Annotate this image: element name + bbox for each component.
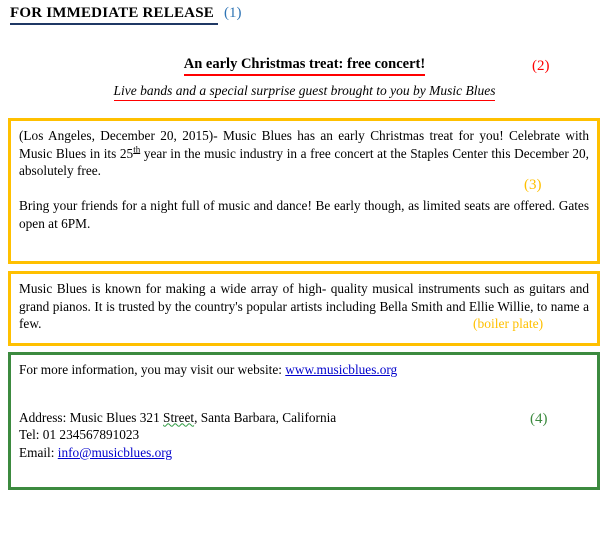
email-line: Email: info@musicblues.org bbox=[19, 444, 589, 462]
annotation-4-label: (4) bbox=[530, 411, 548, 427]
contact-details-text: For more information, you may visit our … bbox=[19, 361, 589, 461]
headline-container: An early Christmas treat: free concert! bbox=[0, 55, 609, 76]
annotation-boiler-plate-label: (boiler plate) bbox=[473, 316, 544, 331]
contact-spacer bbox=[19, 379, 589, 409]
press-release-header: FOR IMMEDIATE RELEASE (1) bbox=[10, 5, 241, 25]
annotation-2-label: (2) bbox=[532, 58, 550, 74]
website-intro-text: For more information, you may visit our … bbox=[19, 362, 286, 377]
annotation-3-label: (3) bbox=[524, 177, 542, 193]
headline-text: An early Christmas treat: free concert! bbox=[183, 56, 426, 76]
address-street-word: Street bbox=[163, 409, 195, 425]
subheadline-text: Live bands and a special surprise guest … bbox=[113, 83, 496, 101]
address-label: Address: Music Blues 321 bbox=[19, 409, 164, 425]
website-line: For more information, you may visit our … bbox=[19, 361, 589, 379]
address-remainder: , Santa Barbara, California bbox=[194, 409, 337, 425]
email-link[interactable]: info@musicblues.org bbox=[58, 445, 172, 460]
email-label: Email: bbox=[19, 444, 58, 460]
telephone-line: Tel: 01 234567891023 bbox=[19, 427, 140, 442]
body-paragraph-1: (Los Angeles, December 20, 2015)- Music … bbox=[19, 127, 589, 180]
boiler-plate-box: Music Blues is known for making a wide a… bbox=[8, 271, 600, 346]
body-content-box: (Los Angeles, December 20, 2015)- Music … bbox=[8, 118, 600, 264]
address-line: Address: Music Blues 321 Street, Santa B… bbox=[19, 409, 589, 427]
annotation-1-label: (1) bbox=[223, 5, 242, 21]
subheadline-container: Live bands and a special surprise guest … bbox=[0, 82, 609, 101]
body-paragraph-2: Bring your friends for a night full of m… bbox=[19, 198, 589, 231]
body-content-text: (Los Angeles, December 20, 2015)- Music … bbox=[19, 127, 589, 232]
website-link[interactable]: www.musicblues.org bbox=[285, 362, 397, 377]
release-header-text: FOR IMMEDIATE RELEASE bbox=[10, 5, 218, 25]
contact-details-box: For more information, you may visit our … bbox=[8, 352, 600, 490]
